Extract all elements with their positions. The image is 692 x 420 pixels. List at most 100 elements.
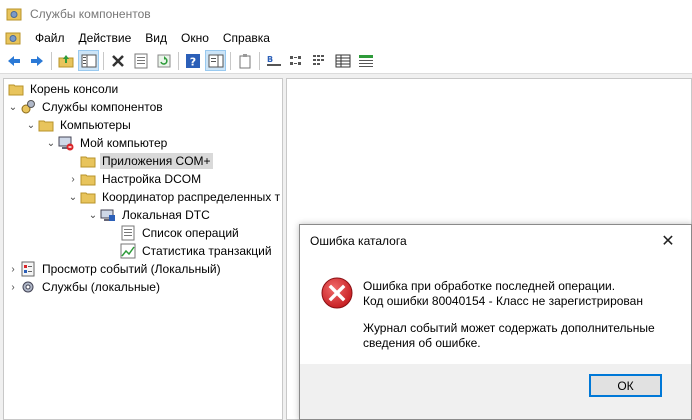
- my-computer-icon: [58, 136, 74, 151]
- folder-icon: [38, 120, 54, 132]
- tree-item-console-root[interactable]: Корень консоли: [6, 80, 120, 98]
- export-icon: [239, 53, 250, 68]
- expand-open-icon[interactable]: ⌄: [44, 136, 58, 150]
- expand-closed-icon[interactable]: ›: [6, 262, 20, 276]
- tree-item-label: Статистика транзакций: [142, 244, 272, 258]
- tree-item-label: Компьютеры: [60, 118, 131, 132]
- svg-text:B: B: [267, 55, 273, 64]
- message-spacer: [363, 309, 655, 321]
- small-icons-view-icon: [289, 55, 301, 65]
- action-pane-button[interactable]: [205, 50, 226, 71]
- event-log-hint-line: Журнал событий может содержать дополните…: [363, 321, 655, 335]
- expand-closed-icon[interactable]: ›: [6, 280, 20, 294]
- local-dtc-icon: [100, 209, 115, 221]
- error-message: Ошибка при обработке последней операции.…: [363, 279, 655, 351]
- event-viewer-icon: [21, 261, 35, 277]
- tree-item-computers[interactable]: ⌄ Компьютеры: [24, 116, 133, 134]
- forward-button[interactable]: [26, 50, 47, 71]
- back-button[interactable]: [3, 50, 24, 71]
- tree-item-transaction-list[interactable]: Список операций: [106, 224, 241, 242]
- show-hide-tree-icon: [81, 54, 96, 67]
- toolbar-separator: [230, 51, 231, 70]
- ok-button[interactable]: ОК: [589, 374, 662, 397]
- tree-item-label: Настройка DCOM: [102, 172, 202, 186]
- delete-button[interactable]: [107, 50, 128, 71]
- expand-open-icon[interactable]: ⌄: [66, 190, 80, 204]
- large-icons-view-button[interactable]: B: [263, 50, 284, 71]
- expand-open-icon[interactable]: ⌄: [6, 100, 20, 114]
- action-pane-icon: [208, 54, 223, 67]
- refresh-button[interactable]: [153, 50, 174, 71]
- menu-help[interactable]: Справка: [216, 28, 277, 48]
- tree-item-transaction-statistics[interactable]: Статистика транзакций: [106, 242, 274, 260]
- tree-item-label: Просмотр событий (Локальный): [42, 262, 221, 276]
- dialog-title: Ошибка каталога: [310, 234, 407, 248]
- details-view-icon: [335, 54, 350, 67]
- component-services-icon: [21, 100, 35, 114]
- status-view-icon: [358, 54, 373, 67]
- tree-item-label: Службы (локальные): [42, 280, 160, 294]
- status-view-button[interactable]: [355, 50, 376, 71]
- tree-item-label: Мой компьютер: [80, 136, 168, 150]
- expand-open-icon[interactable]: ⌄: [86, 208, 100, 222]
- toolbar-separator: [103, 51, 104, 70]
- menu-action[interactable]: Действие: [72, 28, 139, 48]
- statistics-icon: [120, 243, 136, 259]
- title-bar: Службы компонентов: [0, 0, 692, 28]
- menu-file[interactable]: Файл: [28, 28, 72, 48]
- tree-item-event-viewer[interactable]: › Просмотр событий (Локальный): [6, 260, 223, 278]
- tree-item-dtc-coordinator[interactable]: ⌄ Координатор распределенных т: [66, 188, 282, 206]
- help-button[interactable]: ?: [182, 50, 203, 71]
- console-tree[interactable]: Корень консоли ⌄ Службы компонентов ⌄ Ко…: [3, 78, 283, 420]
- show-hide-tree-button[interactable]: [78, 50, 99, 71]
- component-services-app-icon: [6, 8, 22, 21]
- svg-text:?: ?: [189, 55, 195, 68]
- list-view-icon: [312, 54, 324, 65]
- tree-item-my-computer[interactable]: ⌄ Мой компьютер: [44, 134, 169, 152]
- tree-item-local-services[interactable]: › Службы (локальные): [6, 278, 162, 296]
- expand-open-icon[interactable]: ⌄: [24, 118, 38, 132]
- tree-item-label: Приложения COM+: [100, 153, 213, 169]
- large-icons-view-icon: B: [266, 55, 281, 66]
- help-icon: ?: [185, 53, 200, 68]
- up-level-button[interactable]: [55, 50, 76, 71]
- window-title: Службы компонентов: [30, 7, 151, 21]
- tree-item-label: Локальная DTC: [122, 208, 210, 222]
- event-log-hint-line: сведения об ошибке.: [363, 336, 481, 350]
- back-arrow-icon: [7, 55, 20, 66]
- tree-item-label: Координатор распределенных т: [102, 190, 281, 204]
- folder-up-icon: [58, 54, 73, 67]
- properties-icon: [134, 53, 147, 68]
- menu-bar: Файл Действие Вид Окно Справка: [0, 28, 692, 48]
- toolbar-separator: [259, 51, 260, 70]
- tree-item-local-dtc[interactable]: ⌄ Локальная DTC: [86, 206, 212, 224]
- tree-item-dcom-config[interactable]: › Настройка DCOM: [66, 170, 203, 188]
- toolbar-separator: [178, 51, 179, 70]
- details-view-button[interactable]: [332, 50, 353, 71]
- folder-icon: [80, 174, 96, 186]
- close-icon[interactable]: ✕: [645, 225, 691, 256]
- error-message-line: Ошибка при обработке последней операции.: [363, 279, 616, 293]
- tree-item-component-services[interactable]: ⌄ Службы компонентов: [6, 98, 165, 116]
- transaction-list-icon: [121, 225, 135, 241]
- folder-icon: [80, 156, 96, 168]
- tree-item-label: Список операций: [142, 226, 239, 240]
- list-view-button[interactable]: [309, 50, 330, 71]
- refresh-icon: [157, 54, 170, 67]
- export-button[interactable]: [234, 50, 255, 71]
- menu-window[interactable]: Окно: [174, 28, 216, 48]
- tree-item-com-applications[interactable]: Приложения COM+: [66, 152, 213, 170]
- folder-icon: [8, 84, 24, 96]
- expand-closed-icon[interactable]: ›: [66, 172, 80, 186]
- properties-button[interactable]: [130, 50, 151, 71]
- services-icon: [22, 281, 34, 293]
- error-icon: [321, 277, 353, 309]
- tree-item-label: Корень консоли: [30, 82, 119, 96]
- small-icons-view-button[interactable]: [286, 50, 307, 71]
- system-menu-icon[interactable]: [5, 30, 21, 46]
- menu-view[interactable]: Вид: [138, 28, 174, 48]
- catalog-error-dialog: Ошибка каталога ✕ Ошибка при обработке п…: [299, 224, 692, 420]
- toolbar-separator: [51, 51, 52, 70]
